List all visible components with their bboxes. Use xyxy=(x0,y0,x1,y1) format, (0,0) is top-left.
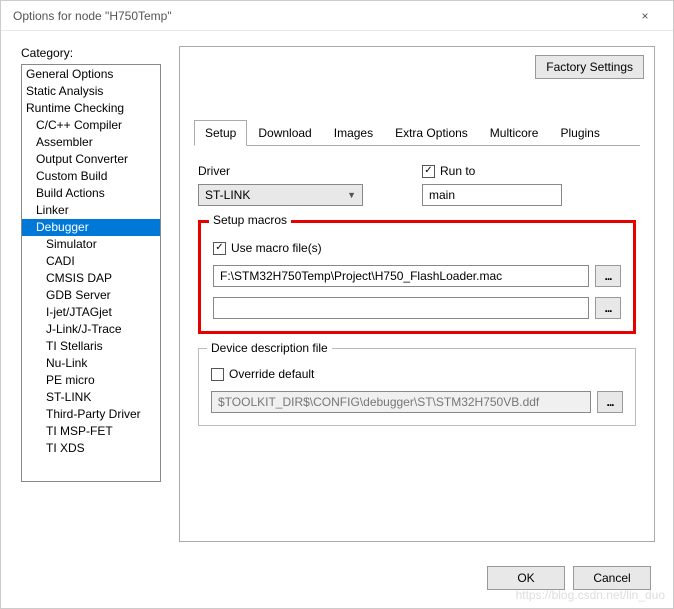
close-icon: × xyxy=(641,9,648,23)
category-item[interactable]: Third-Party Driver xyxy=(22,406,160,423)
category-item[interactable]: General Options xyxy=(22,66,160,83)
tab-setup[interactable]: Setup xyxy=(194,120,247,146)
category-item[interactable]: ST-LINK xyxy=(22,389,160,406)
override-checkbox-row[interactable]: Override default xyxy=(211,367,623,381)
ddf-legend: Device description file xyxy=(207,341,332,355)
macro-file1-input[interactable]: F:\STM32H750Temp\Project\H750_FlashLoade… xyxy=(213,265,589,287)
category-item[interactable]: CMSIS DAP xyxy=(22,270,160,287)
category-item[interactable]: PE micro xyxy=(22,372,160,389)
category-column: Category: General OptionsStatic Analysis… xyxy=(21,46,161,542)
watermark: https://blog.csdn.net/lin_duo xyxy=(516,588,665,602)
category-item[interactable]: TI Stellaris xyxy=(22,338,160,355)
runto-checkbox[interactable]: ✓ xyxy=(422,165,435,178)
category-item[interactable]: C/C++ Compiler xyxy=(22,117,160,134)
ddf-path-input: $TOOLKIT_DIR$\CONFIG\debugger\ST\STM32H7… xyxy=(211,391,591,413)
runto-input[interactable]: main xyxy=(422,184,562,206)
setup-macros-legend: Setup macros xyxy=(209,213,291,227)
title-bar: Options for node "H750Temp" × xyxy=(1,1,673,31)
tab-extra-options[interactable]: Extra Options xyxy=(384,120,479,146)
category-label: Category: xyxy=(21,46,161,60)
macro-file2-browse-button[interactable]: ... xyxy=(595,297,621,319)
setup-macros-fieldset: Setup macros ✓ Use macro file(s) F:\STM3… xyxy=(198,220,636,334)
category-item[interactable]: Linker xyxy=(22,202,160,219)
category-item[interactable]: Build Actions xyxy=(22,185,160,202)
category-list[interactable]: General OptionsStatic AnalysisRuntime Ch… xyxy=(21,64,161,482)
chevron-down-icon: ▼ xyxy=(347,190,356,200)
category-item[interactable]: TI MSP-FET xyxy=(22,423,160,440)
override-checkbox[interactable] xyxy=(211,368,224,381)
category-item[interactable]: CADI xyxy=(22,253,160,270)
ddf-fieldset: Device description file Override default… xyxy=(198,348,636,426)
category-item[interactable]: GDB Server xyxy=(22,287,160,304)
use-macro-label: Use macro file(s) xyxy=(231,241,322,255)
tab-content-setup: Driver ST-LINK ▼ ✓ Run to main xyxy=(194,146,640,430)
right-panel: Factory Settings SetupDownloadImagesExtr… xyxy=(179,46,655,542)
driver-value: ST-LINK xyxy=(205,188,250,202)
runto-label: Run to xyxy=(440,164,475,178)
tab-plugins[interactable]: Plugins xyxy=(549,120,610,146)
override-label: Override default xyxy=(229,367,314,381)
main-area: Category: General OptionsStatic Analysis… xyxy=(21,46,655,542)
tab-multicore[interactable]: Multicore xyxy=(479,120,550,146)
driver-label: Driver xyxy=(198,164,412,178)
category-item[interactable]: I-jet/JTAGjet xyxy=(22,304,160,321)
window-title: Options for node "H750Temp" xyxy=(13,9,172,23)
macro-file2-input[interactable] xyxy=(213,297,589,319)
category-item[interactable]: Simulator xyxy=(22,236,160,253)
bottom-button-bar: OK Cancel xyxy=(487,566,651,590)
tab-download[interactable]: Download xyxy=(247,120,322,146)
runto-checkbox-row[interactable]: ✓ Run to xyxy=(422,164,636,178)
driver-select[interactable]: ST-LINK ▼ xyxy=(198,184,363,206)
ddf-browse-button[interactable]: ... xyxy=(597,391,623,413)
category-item[interactable]: Debugger xyxy=(22,219,160,236)
cancel-button[interactable]: Cancel xyxy=(573,566,651,590)
category-item[interactable]: Assembler xyxy=(22,134,160,151)
ok-button[interactable]: OK xyxy=(487,566,565,590)
category-item[interactable]: Custom Build xyxy=(22,168,160,185)
category-item[interactable]: Static Analysis xyxy=(22,83,160,100)
use-macro-checkbox[interactable]: ✓ xyxy=(213,242,226,255)
factory-settings-button[interactable]: Factory Settings xyxy=(535,55,644,79)
close-button[interactable]: × xyxy=(625,2,665,30)
category-item[interactable]: Output Converter xyxy=(22,151,160,168)
tab-strip: SetupDownloadImagesExtra OptionsMulticor… xyxy=(194,119,640,146)
macro-file1-browse-button[interactable]: ... xyxy=(595,265,621,287)
category-item[interactable]: TI XDS xyxy=(22,440,160,457)
use-macro-checkbox-row[interactable]: ✓ Use macro file(s) xyxy=(213,241,621,255)
tab-images[interactable]: Images xyxy=(323,120,384,146)
category-item[interactable]: Nu-Link xyxy=(22,355,160,372)
category-item[interactable]: Runtime Checking xyxy=(22,100,160,117)
category-item[interactable]: J-Link/J-Trace xyxy=(22,321,160,338)
